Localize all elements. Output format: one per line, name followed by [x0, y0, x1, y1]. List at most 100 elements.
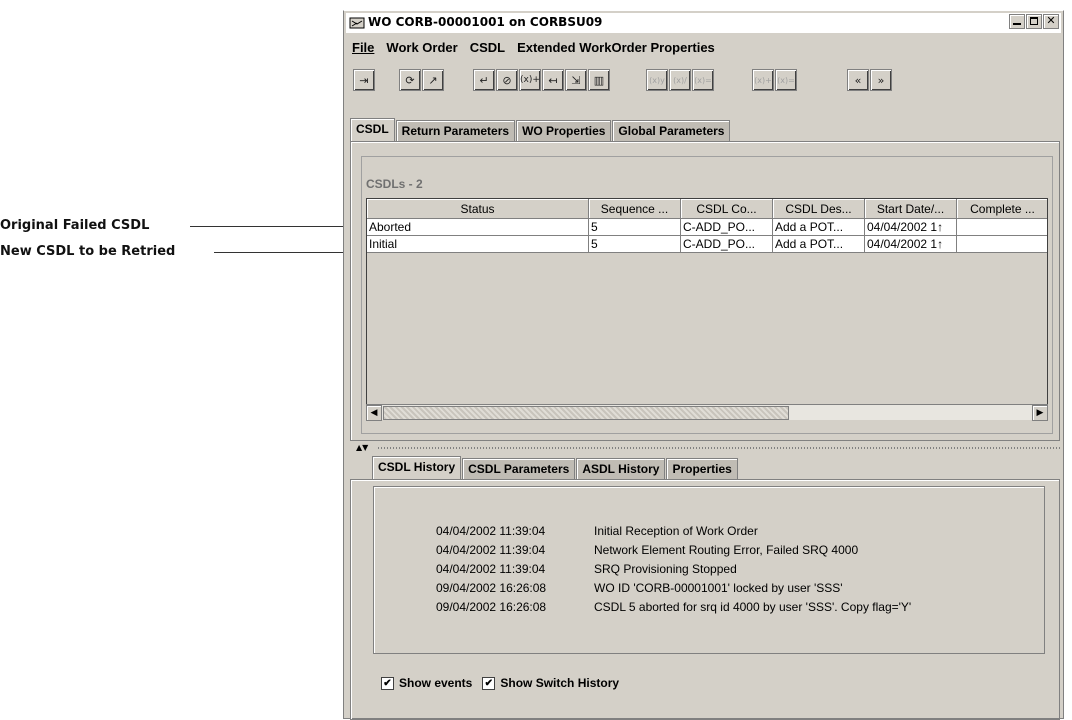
show-switch-history-checkbox[interactable]: ✔ — [482, 676, 496, 690]
cell-csdl-description: Add a POT... — [773, 219, 865, 236]
cell-sequence: 5 — [589, 236, 681, 253]
menu-bar: File Work Order CSDL Extended WorkOrder … — [346, 37, 1061, 59]
param-plus2-icon[interactable]: (x)+ — [752, 69, 774, 91]
tab-csdl-parameters[interactable]: CSDL Parameters — [462, 458, 576, 479]
cell-complete — [957, 219, 1047, 236]
csdl-split-icon[interactable]: ▥ — [588, 69, 610, 91]
table-header: Status Sequence ... CSDL Co... CSDL Des.… — [367, 199, 1047, 219]
history-text: Initial Reception of Work Order — [594, 524, 758, 538]
menu-csdl-label: CSDL — [469, 40, 506, 55]
cell-complete — [957, 236, 1047, 253]
tab-properties[interactable]: Properties — [666, 458, 738, 479]
history-list: 04/04/2002 11:39:04 Initial Reception of … — [373, 486, 1045, 654]
param-equal-icon[interactable]: (x)= — [692, 69, 714, 91]
export-icon[interactable]: ↗ — [422, 69, 444, 91]
csdl-panel: CSDLs - 2 Status Sequence ... CSDL Co...… — [350, 141, 1060, 441]
horizontal-scrollbar[interactable]: ◀ ▶ — [366, 404, 1048, 421]
tab-csdl[interactable]: CSDL — [350, 118, 395, 141]
table-row[interactable]: Initial 5 C-ADD_PO... Add a POT... 04/04… — [367, 236, 1047, 253]
menu-csdl[interactable]: CSDL — [464, 37, 511, 59]
csdl-retry-icon[interactable]: ↤ — [542, 69, 564, 91]
list-item: 04/04/2002 11:39:04 Network Element Routi… — [436, 543, 858, 557]
column-header-csdl-code[interactable]: CSDL Co... — [681, 199, 773, 219]
history-text: Network Element Routing Error, Failed SR… — [594, 543, 859, 557]
history-date: 09/04/2002 16:26:08 — [436, 581, 547, 595]
toolbar: ⇥ ⟳ ↗ ↵ ⊘ (x)+ ↤ ⇲ ▥ (x)y (x)/ (x)= (x)+… — [350, 69, 1059, 101]
show-events-label: Show events — [399, 676, 473, 690]
param-divide-icon[interactable]: (x)/ — [669, 69, 691, 91]
param-equal2-icon[interactable]: (x)= — [775, 69, 797, 91]
work-order-window: WO CORB-00001001 on CORBSU09 ✕ File Work… — [343, 10, 1064, 720]
tab-csdl-history[interactable]: CSDL History — [372, 456, 462, 479]
history-text: CSDL 5 aborted for srq id 4000 by user '… — [594, 600, 912, 614]
bottom-tab-strip: CSDL History CSDL Parameters ASDL Histor… — [372, 456, 739, 479]
next-icon[interactable]: » — [870, 69, 892, 91]
splitter-arrows-icon[interactable]: ▲▼ — [356, 443, 368, 453]
list-item: 04/04/2002 11:39:04 SRQ Provisioning Stop… — [436, 562, 737, 576]
refresh-icon[interactable]: ⟳ — [399, 69, 421, 91]
cell-start-date: 04/04/2002 1↑ — [865, 236, 957, 253]
tab-global-parameters[interactable]: Global Parameters — [612, 120, 731, 141]
cell-sequence: 5 — [589, 219, 681, 236]
close-button[interactable]: ✕ — [1043, 14, 1059, 29]
show-switch-history-label: Show Switch History — [500, 676, 620, 690]
menu-extended-properties[interactable]: Extended WorkOrder Properties — [511, 37, 721, 59]
history-date: 09/04/2002 16:26:08 — [436, 600, 547, 614]
csdl-move-icon[interactable]: ⇲ — [565, 69, 587, 91]
history-date: 04/04/2002 11:39:04 — [436, 562, 546, 576]
column-header-status[interactable]: Status — [367, 199, 589, 219]
split-pane-divider[interactable]: ▲▼ — [350, 443, 1060, 453]
column-header-sequence[interactable]: Sequence ... — [589, 199, 681, 219]
exit-icon[interactable]: ⇥ — [353, 69, 375, 91]
maximize-button[interactable] — [1026, 14, 1042, 29]
list-item: 09/04/2002 16:26:08 WO ID 'CORB-00001001'… — [436, 581, 843, 595]
top-tab-strip: CSDL Return Parameters WO Properties Glo… — [350, 118, 731, 141]
list-item: 09/04/2002 16:26:08 CSDL 5 aborted for sr… — [436, 600, 911, 614]
history-date: 04/04/2002 11:39:04 — [436, 524, 546, 538]
csdl-table: Status Sequence ... CSDL Co... CSDL Des.… — [366, 198, 1048, 420]
menu-extended-properties-label: Extended WorkOrder Properties — [517, 40, 715, 55]
cell-status: Aborted — [367, 219, 589, 236]
cell-status: Initial — [367, 236, 589, 253]
menu-work-order[interactable]: Work Order — [380, 37, 463, 59]
tab-asdl-history[interactable]: ASDL History — [576, 458, 666, 479]
minimize-button[interactable] — [1009, 14, 1025, 29]
csdl-null-icon[interactable]: ⊘ — [496, 69, 518, 91]
annotation-new-retry: New CSDL to be Retried — [0, 244, 176, 259]
history-text: SRQ Provisioning Stopped — [594, 562, 737, 576]
list-item: 04/04/2002 11:39:04 Initial Reception of … — [436, 524, 758, 538]
table-row[interactable]: Aborted 5 C-ADD_PO... Add a POT... 04/04… — [367, 219, 1047, 236]
csdl-add-icon[interactable]: ↵ — [473, 69, 495, 91]
app-icon — [349, 17, 365, 29]
window-controls: ✕ — [1009, 14, 1059, 29]
cell-csdl-description: Add a POT... — [773, 236, 865, 253]
show-events-checkbox[interactable]: ✔ — [381, 676, 394, 690]
menu-file[interactable]: File — [346, 37, 380, 59]
scroll-left-icon[interactable]: ◀ — [366, 405, 382, 421]
scroll-right-icon[interactable]: ▶ — [1032, 405, 1048, 421]
annotation-original-failed: Original Failed CSDL — [0, 218, 150, 233]
tab-return-parameters[interactable]: Return Parameters — [395, 120, 516, 141]
csdl-count-label: CSDLs - 2 — [366, 177, 423, 191]
history-date: 04/04/2002 11:39:04 — [436, 543, 546, 557]
column-header-complete[interactable]: Complete ... — [957, 199, 1047, 219]
history-panel: 04/04/2002 11:39:04 Initial Reception of … — [350, 479, 1060, 720]
splitter-grip — [378, 447, 1060, 449]
cell-start-date: 04/04/2002 1↑ — [865, 219, 957, 236]
csdl-inner-panel: CSDLs - 2 Status Sequence ... CSDL Co...… — [361, 156, 1053, 434]
window-title: WO CORB-00001001 on CORBSU09 — [368, 15, 603, 29]
column-header-start-date[interactable]: Start Date/... — [865, 199, 957, 219]
title-bar[interactable]: WO CORB-00001001 on CORBSU09 ✕ — [346, 13, 1061, 33]
history-text: WO ID 'CORB-00001001' locked by user 'SS… — [594, 581, 843, 595]
menu-file-label: File — [352, 40, 375, 55]
tab-wo-properties[interactable]: WO Properties — [516, 120, 612, 141]
column-header-csdl-description[interactable]: CSDL Des... — [773, 199, 865, 219]
param-plus-icon[interactable]: (x)y — [646, 69, 668, 91]
scroll-thumb[interactable] — [383, 406, 789, 420]
previous-icon[interactable]: « — [847, 69, 869, 91]
cell-csdl-code: C-ADD_PO... — [681, 236, 773, 253]
cell-csdl-code: C-ADD_PO... — [681, 219, 773, 236]
history-options: ✔ Show events ✔ Show Switch History — [381, 676, 619, 690]
param-add-icon[interactable]: (x)+ — [519, 69, 541, 91]
menu-work-order-label: Work Order — [386, 40, 458, 55]
